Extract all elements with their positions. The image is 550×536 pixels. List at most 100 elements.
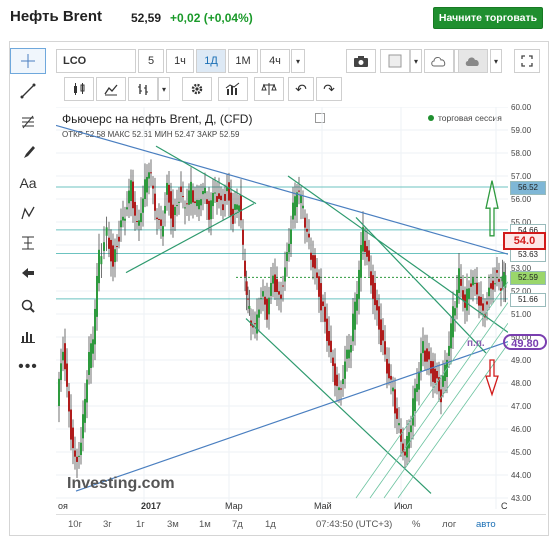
candle-body	[372, 275, 374, 299]
interval-4h[interactable]: 4ч	[260, 49, 290, 73]
crosshair-icon[interactable]	[10, 48, 46, 74]
more-icon[interactable]: •••	[10, 354, 46, 380]
candle-body	[194, 201, 196, 204]
candle-body	[148, 172, 150, 179]
range-1y[interactable]: 1г	[136, 519, 145, 530]
fullscreen-icon[interactable]	[514, 49, 540, 73]
candle-body	[492, 280, 494, 290]
candle-body	[60, 363, 62, 381]
brush-icon[interactable]	[10, 139, 46, 165]
interval-1d[interactable]: 1Д	[196, 49, 226, 73]
compare-scales-icon[interactable]	[254, 77, 284, 101]
range-1m[interactable]: 1м	[199, 519, 211, 530]
auto-toggle[interactable]: авто	[476, 519, 496, 530]
candle-body	[204, 187, 206, 194]
candle-body	[182, 196, 184, 198]
indicators-icon[interactable]	[10, 323, 46, 349]
channel-line	[383, 322, 508, 499]
candle-body	[76, 456, 78, 462]
range-1d[interactable]: 1д	[265, 519, 276, 530]
arrow-left-icon[interactable]	[10, 260, 46, 286]
chart-type-dropdown-icon[interactable]: ▾	[158, 77, 170, 101]
candle-body	[350, 345, 352, 353]
candle-body	[420, 353, 422, 372]
candle-body	[248, 305, 251, 309]
cloud-upload-icon[interactable]	[458, 49, 488, 73]
interval-dropdown-icon[interactable]: ▾	[291, 49, 305, 73]
log-toggle[interactable]: лог	[442, 519, 456, 530]
y-tick-label: 57.00	[511, 172, 532, 181]
candle-body	[94, 308, 96, 345]
candle-body	[62, 351, 64, 361]
undo-icon[interactable]: ↶	[288, 77, 314, 101]
candle-body	[68, 391, 70, 412]
candle-body	[454, 308, 456, 316]
settings-gear-icon[interactable]	[182, 77, 212, 101]
indicators-chart-icon[interactable]	[218, 77, 248, 101]
range-7d[interactable]: 7д	[232, 519, 243, 530]
candle-body	[168, 184, 170, 203]
trend-line-icon[interactable]	[10, 78, 46, 104]
candle-body	[426, 348, 428, 362]
candle-body	[386, 358, 388, 374]
pattern-icon[interactable]	[10, 200, 46, 226]
candle-body	[488, 287, 490, 297]
upload-dropdown-icon[interactable]: ▾	[490, 49, 502, 73]
candle-body	[474, 282, 476, 284]
range-3y[interactable]: 3г	[103, 519, 112, 530]
camera-icon[interactable]	[346, 49, 376, 73]
candle-body	[288, 243, 290, 253]
zoom-icon[interactable]	[10, 293, 46, 319]
channel-line	[369, 302, 508, 499]
candle-body	[308, 233, 310, 238]
price-axis[interactable]: 60.0059.0058.0057.0056.0055.0054.0053.00…	[508, 103, 548, 509]
candle-body	[362, 227, 364, 252]
candle-body	[286, 252, 288, 262]
text-tool-icon[interactable]: Aa	[10, 170, 46, 196]
cloud-download-icon[interactable]	[424, 49, 454, 73]
candle-body	[78, 455, 80, 457]
candles-icon[interactable]	[64, 77, 94, 101]
interval-1h[interactable]: 1ч	[166, 49, 194, 73]
color-picker-icon[interactable]	[380, 49, 410, 73]
candle-body	[212, 192, 214, 207]
range-10y[interactable]: 10г	[68, 519, 82, 530]
color-dropdown-icon[interactable]: ▾	[410, 49, 422, 73]
candle-body	[178, 201, 180, 203]
candle-body	[124, 218, 126, 221]
price-chart[interactable]	[56, 107, 508, 509]
candle-body	[384, 341, 386, 355]
candle-body	[322, 301, 324, 306]
range-3m[interactable]: 3м	[167, 519, 179, 530]
candle-body	[236, 204, 238, 210]
interval-1m[interactable]: 1М	[228, 49, 258, 73]
interval-5[interactable]: 5	[138, 49, 164, 73]
measure-icon[interactable]	[10, 230, 46, 256]
candle-body	[214, 192, 216, 194]
candle-body	[118, 236, 120, 242]
redo-icon[interactable]: ↷	[316, 77, 342, 101]
x-label-nov: оя	[58, 501, 68, 511]
candle-body	[70, 409, 72, 440]
candle-body	[452, 306, 454, 338]
candle-body	[310, 252, 312, 260]
candle-body	[428, 351, 430, 360]
candle-body	[336, 374, 338, 387]
candle-body	[360, 245, 362, 278]
candle-body	[136, 221, 138, 223]
candle-body	[382, 330, 384, 341]
start-trading-button[interactable]: Начните торговать	[433, 7, 543, 29]
candle-body	[396, 408, 398, 419]
fibonacci-icon[interactable]	[10, 109, 46, 135]
bars-icon[interactable]	[128, 77, 158, 101]
symbol-input[interactable]: LCO	[56, 49, 136, 73]
candle-body	[480, 296, 482, 306]
candle-body	[330, 340, 332, 353]
candle-body	[224, 194, 226, 201]
percent-toggle[interactable]: %	[412, 519, 420, 530]
candle-body	[320, 283, 322, 311]
candle-body	[232, 208, 234, 224]
candle-body	[184, 207, 186, 209]
area-chart-icon[interactable]	[96, 77, 126, 101]
candle-body	[72, 427, 74, 449]
